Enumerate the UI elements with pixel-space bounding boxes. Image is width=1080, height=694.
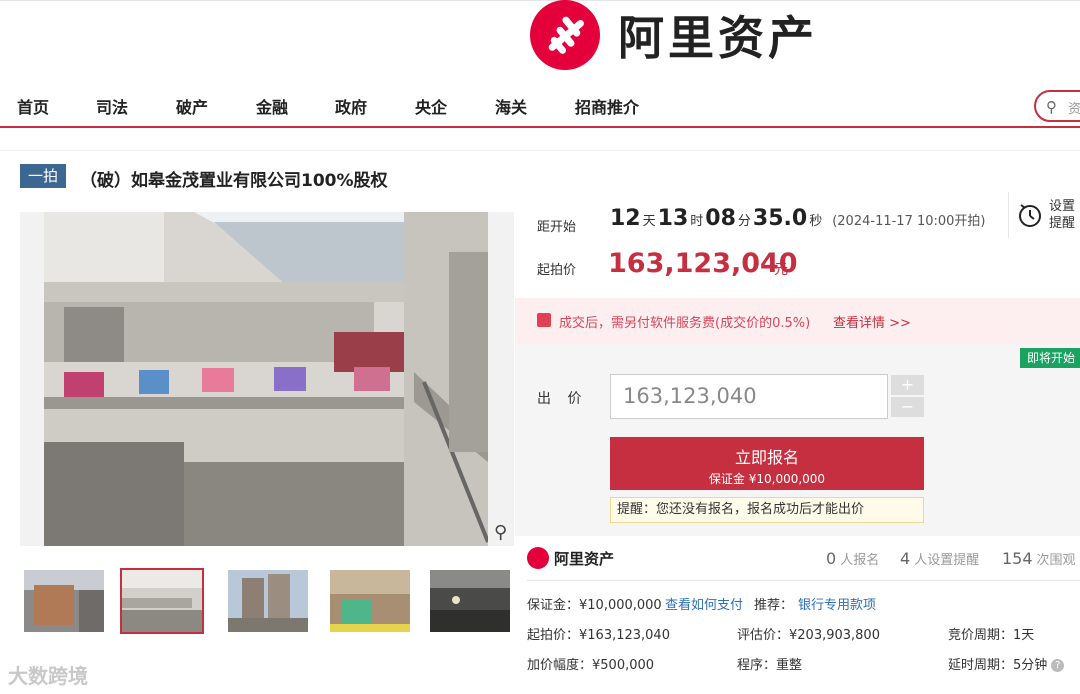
countdown-seconds: 35.0: [752, 206, 808, 231]
zoom-icon[interactable]: ⚲: [494, 522, 507, 543]
register-now-label: 立即报名: [734, 448, 799, 467]
info-brand-name: 阿里资产: [554, 550, 615, 568]
thumbnail-4[interactable]: [330, 570, 410, 632]
delay-cycle-row: 延时周期：5分钟?: [948, 654, 1065, 673]
countdown-hour-unit: 时: [690, 214, 704, 229]
search-icon: ⚲: [1046, 98, 1057, 116]
assessed-price-info: 评估价：¥203,903,800: [737, 628, 880, 643]
brand-logo-icon: [530, 0, 600, 70]
countdown-day-unit: 天: [642, 214, 656, 229]
info-brand-logo-icon: [527, 547, 549, 569]
start-price-value: 163,123,040: [608, 248, 798, 279]
help-icon[interactable]: ?: [1051, 659, 1065, 672]
thumbnail-1[interactable]: [24, 570, 104, 632]
nav-item-central-soe[interactable]: 央企: [415, 94, 447, 118]
increment-info: 加价幅度：¥500,000: [527, 658, 655, 673]
nav-item-investment[interactable]: 招商推介: [575, 94, 639, 118]
brand-header[interactable]: 阿里资产: [530, 0, 818, 70]
brand-name: 阿里资产: [618, 11, 818, 65]
nav-item-customs[interactable]: 海关: [495, 94, 527, 118]
nav-item-bankruptcy[interactable]: 破产: [176, 94, 208, 118]
countdown-timer: 12 天 13 时 08 分 35.0 秒 (2024-11-17 10:00开…: [610, 206, 986, 231]
signups-stat: 0 人报名: [826, 549, 879, 568]
thumbnail-5[interactable]: [430, 570, 510, 632]
countdown-minutes: 08: [705, 206, 736, 231]
set-reminder-label: 设置提醒: [1049, 199, 1076, 231]
register-now-button[interactable]: 立即报名 保证金 ¥10,000,000: [610, 437, 924, 490]
decrease-bid-button[interactable]: −: [891, 397, 924, 417]
main-nav: 首页 司法 破产 金融 政府 央企 海关 招商推介: [0, 82, 1080, 128]
info-divider: [527, 580, 1080, 581]
reminders-count: 4: [900, 549, 911, 568]
deposit-info: 保证金：¥10,000,000: [527, 598, 662, 613]
countdown-days: 12: [610, 206, 641, 231]
countdown-second-unit: 秒: [809, 214, 823, 229]
view-details-link[interactable]: 查看详情 >>: [833, 312, 911, 331]
fee-notice: 成交后，需另付软件服务费(成交价的0.5%) 查看详情 >>: [515, 298, 1080, 344]
status-badge: 即将开始: [1020, 348, 1080, 368]
start-price-unit: 元: [774, 262, 788, 278]
bid-label: 出 价: [537, 391, 588, 407]
bank-payment-link[interactable]: 银行专用款项: [798, 598, 876, 613]
bid-cycle-info: 竞价周期：1天: [948, 628, 1035, 643]
deposit-label: 保证金 ¥10,000,000: [708, 472, 826, 486]
countdown-label: 距开始: [537, 220, 577, 235]
watermark-text: 大数跨境: [8, 664, 88, 688]
start-time: (2024-11-17 10:00开拍): [832, 214, 986, 229]
nav-item-finance[interactable]: 金融: [256, 94, 288, 118]
auction-round-badge: 一拍: [20, 164, 66, 188]
fee-notice-text: 成交后，需另付软件服务费(成交价的0.5%): [559, 316, 811, 331]
mall-atrium-photo: [44, 212, 488, 546]
delay-cycle-info: 延时周期：5分钟: [948, 658, 1048, 673]
clock-icon: [1019, 204, 1041, 227]
countdown-minute-unit: 分: [737, 214, 751, 229]
set-reminder-button[interactable]: 设置提醒: [1008, 192, 1080, 238]
how-to-pay-link[interactable]: 查看如何支付: [665, 598, 743, 613]
start-price-label: 起拍价: [537, 263, 577, 278]
procedure-info: 程序：重整: [737, 658, 803, 673]
increase-bid-button[interactable]: +: [891, 375, 924, 395]
divider: [0, 150, 1080, 151]
nav-item-home[interactable]: 首页: [17, 94, 49, 118]
registration-tip: 提醒：您还没有报名，报名成功后才能出价: [610, 497, 924, 523]
nav-item-judicial[interactable]: 司法: [96, 94, 128, 118]
search-placeholder: 资: [1068, 102, 1080, 117]
page-title: （破）如皋金茂置业有限公司100%股权: [80, 171, 388, 191]
countdown-hours: 13: [657, 206, 689, 231]
main-image[interactable]: ⚲: [20, 212, 514, 546]
thumbnail-3[interactable]: [228, 570, 308, 632]
views-stat: 154 次围观: [1002, 549, 1076, 568]
reminders-label: 人设置提醒: [914, 553, 980, 568]
nav-item-government[interactable]: 政府: [335, 94, 367, 118]
gift-icon: [537, 313, 551, 327]
signups-label: 人报名: [840, 553, 880, 568]
signups-count: 0: [826, 549, 837, 568]
nav-underline: [0, 126, 1080, 128]
reminders-stat: 4 人设置提醒: [900, 549, 979, 568]
bid-amount-input[interactable]: 163,123,040: [610, 374, 888, 419]
recommend-label: 推荐：: [754, 598, 794, 613]
search-input[interactable]: ⚲ 资: [1034, 90, 1080, 122]
thumbnail-2[interactable]: [120, 568, 204, 634]
views-label: 次围观: [1036, 553, 1076, 568]
thumbnail-strip: [24, 568, 524, 634]
start-price-info: 起拍价：¥163,123,040: [527, 628, 670, 643]
views-count: 154: [1002, 549, 1033, 568]
